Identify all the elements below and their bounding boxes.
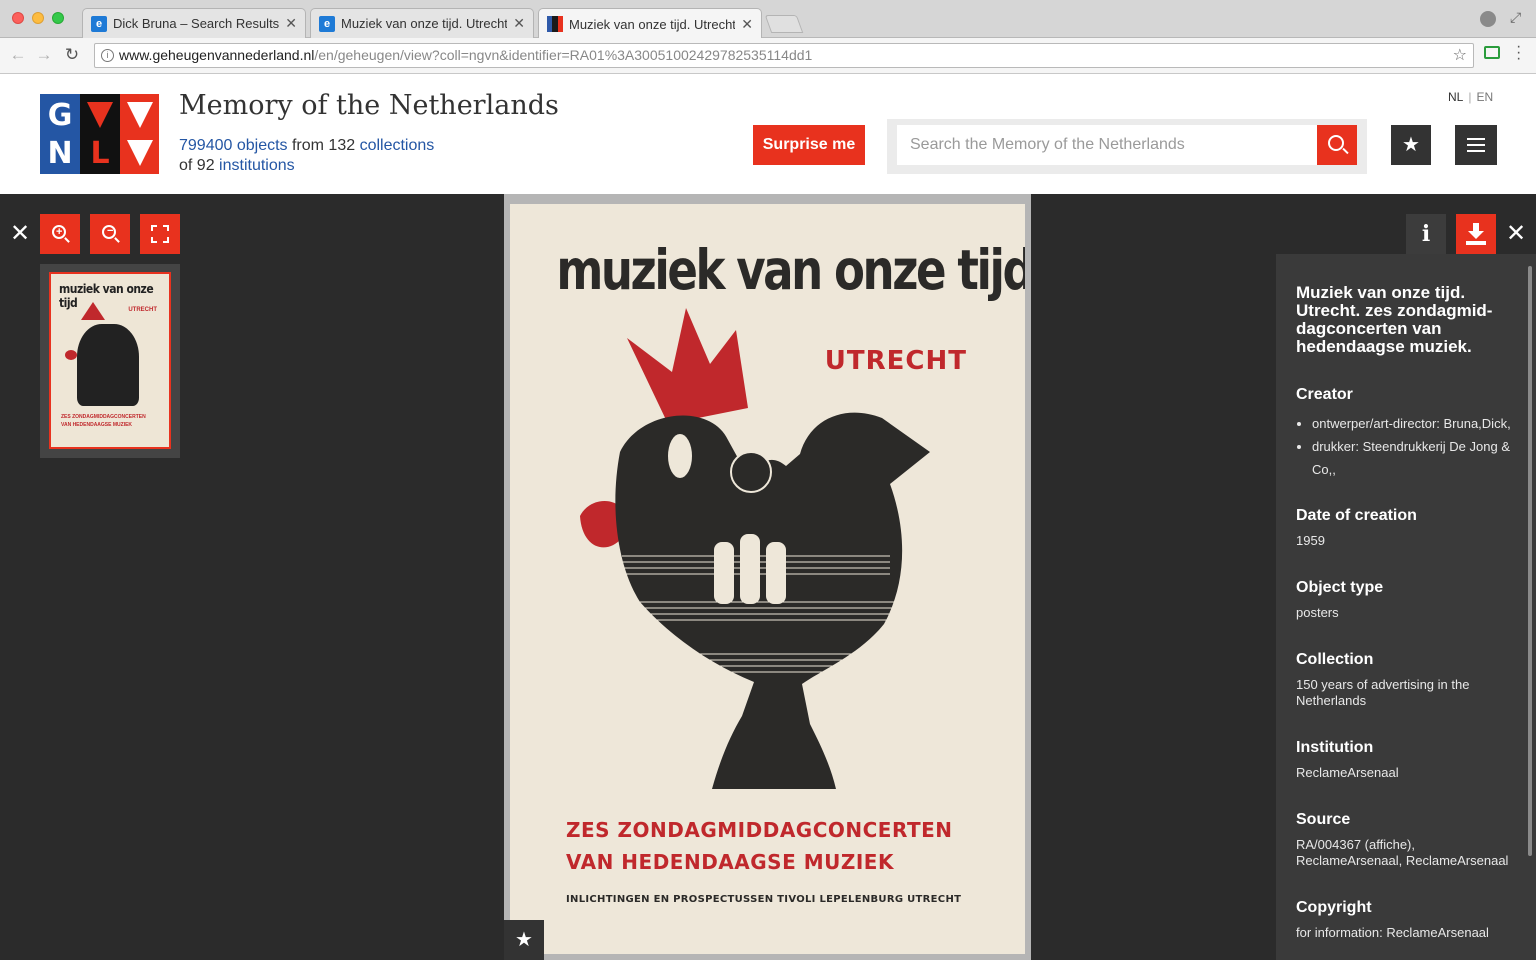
tab-close-icon[interactable]: ✕ bbox=[741, 16, 753, 33]
info-toggle-button[interactable]: i bbox=[1406, 214, 1446, 254]
poster-image: muziek van onze tijd UTRECHT ZES ZONDAGM… bbox=[510, 204, 1025, 954]
back-arrow-icon[interactable]: ← bbox=[8, 45, 28, 65]
collection-label: Collection bbox=[1296, 651, 1374, 668]
close-viewer-icon[interactable]: ✕ bbox=[10, 222, 30, 246]
surprise-me-button[interactable]: Surprise me bbox=[753, 125, 865, 165]
site-stats: 799400 objects from 132 collections of 9… bbox=[179, 136, 434, 176]
logo-letter: L bbox=[90, 136, 110, 171]
poster-image-frame[interactable]: muziek van onze tijd UTRECHT ZES ZONDAGM… bbox=[504, 194, 1031, 960]
creator-label: Creator bbox=[1296, 386, 1353, 403]
address-bar[interactable]: i www.geheugenvannederland.nl/en/geheuge… bbox=[94, 43, 1474, 68]
stats-from-text: from 132 bbox=[291, 137, 356, 154]
poster-line3: INLICHTINGEN EN PROSPECTUSSEN TIVOLI LEP… bbox=[566, 894, 962, 905]
gvnl-favicon-icon bbox=[547, 16, 563, 32]
close-info-icon[interactable]: ✕ bbox=[1506, 222, 1526, 246]
object-title: Muziek van onze tijd. Utrecht. zes zonda… bbox=[1296, 283, 1493, 356]
lang-nl-link[interactable]: NL bbox=[1448, 90, 1463, 104]
browser-tab-poster-active[interactable]: Muziek van onze tijd. Utrecht ✕ bbox=[538, 8, 762, 39]
date-value: 1959 bbox=[1296, 533, 1325, 548]
forward-arrow-icon[interactable]: → bbox=[34, 45, 54, 65]
site-title[interactable]: Memory of the Netherlands bbox=[179, 90, 559, 121]
tab-close-icon[interactable]: ✕ bbox=[513, 15, 525, 32]
url-path: /en/geheugen/view?coll=ngvn&identifier=R… bbox=[314, 47, 813, 63]
objects-link[interactable]: 799400 objects bbox=[179, 137, 288, 154]
tab-title: Muziek van onze tijd. Utrecht bbox=[569, 16, 736, 32]
metadata-scrollbar[interactable] bbox=[1528, 266, 1532, 856]
tab-title: Muziek van onze tijd. Utrecht bbox=[341, 16, 508, 31]
hamburger-icon bbox=[1467, 138, 1485, 140]
copyright-value: for information: ReclameArsenaal bbox=[1296, 925, 1489, 940]
site-header: G N L Memory of the Netherlands 799400 o… bbox=[0, 74, 1536, 194]
logo-letter: N bbox=[47, 136, 73, 171]
window-zoom-button[interactable] bbox=[52, 12, 64, 24]
search-bar bbox=[887, 119, 1367, 174]
lang-en-link[interactable]: EN bbox=[1476, 90, 1493, 104]
thumbnail-panel: muziek van onze tijd UTRECHT ZES ZONDAGM… bbox=[40, 264, 180, 458]
image-viewer: ✕ + − muziek van onze tijd UTRECHT ZES Z… bbox=[0, 194, 1536, 960]
institution-label: Institution bbox=[1296, 739, 1374, 756]
thumbnail-title: muziek van onze tijd bbox=[59, 282, 154, 310]
search-input[interactable] bbox=[897, 125, 1317, 165]
info-icon: i bbox=[1421, 221, 1431, 247]
institution-value: ReclameArsenaal bbox=[1296, 765, 1399, 780]
poster-title: muziek van onze tijd bbox=[556, 238, 1025, 302]
window-minimize-button[interactable] bbox=[32, 12, 44, 24]
creator-item: drukker: Steendrukkerij De Jong & Co,, bbox=[1312, 435, 1516, 481]
language-switcher: NL | EN bbox=[1448, 90, 1494, 104]
date-label: Date of creation bbox=[1296, 507, 1417, 524]
bookmark-star-icon[interactable]: ☆ bbox=[1453, 44, 1467, 67]
copyright-label: Copyright bbox=[1296, 899, 1372, 916]
creator-list: ontwerper/art-director: Bruna,Dick, druk… bbox=[1296, 412, 1516, 481]
tab-title: Dick Bruna – Search Results – bbox=[113, 16, 280, 31]
browser-tab-search-results[interactable]: e Dick Bruna – Search Results – ✕ bbox=[82, 8, 306, 38]
site-favicon-icon: e bbox=[91, 15, 107, 32]
browser-tab-poster-1[interactable]: e Muziek van onze tijd. Utrecht ✕ bbox=[310, 8, 534, 38]
poster-line1: ZES ZONDAGMIDDAGCONCERTEN bbox=[566, 818, 953, 842]
collections-link[interactable]: collections bbox=[360, 137, 435, 154]
institutions-link[interactable]: institutions bbox=[219, 157, 295, 174]
zoom-in-button[interactable]: + bbox=[40, 214, 80, 254]
tab-close-icon[interactable]: ✕ bbox=[285, 15, 297, 32]
thumbnail-line1: ZES ZONDAGMIDDAGCONCERTEN bbox=[61, 414, 146, 420]
fullscreen-button[interactable] bbox=[140, 214, 180, 254]
star-icon: ★ bbox=[1402, 134, 1420, 156]
favorite-poster-button[interactable]: ★ bbox=[504, 920, 544, 960]
cast-icon[interactable] bbox=[1484, 46, 1500, 59]
poster-line2: VAN HEDENDAAGSE MUZIEK bbox=[566, 850, 894, 874]
gvnl-logo[interactable]: G N L bbox=[40, 94, 159, 174]
collection-value: 150 years of advertising in the Netherla… bbox=[1296, 677, 1470, 708]
new-tab-button[interactable] bbox=[764, 15, 804, 33]
star-icon: ★ bbox=[515, 929, 533, 951]
download-button[interactable] bbox=[1456, 214, 1496, 254]
metadata-panel: Muziek van onze tijd. Utrecht. zes zonda… bbox=[1276, 254, 1536, 960]
creator-item: ontwerper/art-director: Bruna,Dick, bbox=[1312, 412, 1516, 435]
profile-icon[interactable] bbox=[1480, 11, 1496, 27]
logo-letter: G bbox=[47, 98, 73, 133]
window-fullscreen-icon[interactable]: ⤢ bbox=[1510, 9, 1521, 26]
thumbnail-city: UTRECHT bbox=[128, 307, 157, 313]
browser-toolbar: ← → ↻ i www.geheugenvannederland.nl/en/g… bbox=[0, 38, 1536, 74]
object-type-value: posters bbox=[1296, 605, 1339, 620]
browser-tabstrip: e Dick Bruna – Search Results – ✕ e Muzi… bbox=[0, 0, 1536, 39]
search-button[interactable] bbox=[1317, 125, 1357, 165]
stats-of-text: of 92 bbox=[179, 157, 215, 174]
zoom-out-button[interactable]: − bbox=[90, 214, 130, 254]
reload-icon[interactable]: ↻ bbox=[62, 45, 82, 65]
url-host: www.geheugenvannederland.nl bbox=[119, 47, 315, 63]
window-close-button[interactable] bbox=[12, 12, 24, 24]
site-favicon-icon: e bbox=[319, 15, 335, 32]
site-info-icon[interactable]: i bbox=[101, 49, 114, 62]
source-label: Source bbox=[1296, 811, 1351, 828]
poster-thumbnail[interactable]: muziek van onze tijd UTRECHT ZES ZONDAGM… bbox=[49, 272, 171, 449]
object-type-label: Object type bbox=[1296, 579, 1384, 596]
favorites-button[interactable]: ★ bbox=[1391, 125, 1431, 165]
thumbnail-line2: VAN HEDENDAAGSE MUZIEK bbox=[61, 422, 133, 428]
poster-city: UTRECHT bbox=[824, 346, 967, 376]
source-value: RA/004367 (affiche), ReclameArsenaal, Re… bbox=[1296, 837, 1509, 868]
browser-menu-icon[interactable]: · · · bbox=[1516, 39, 1521, 67]
main-menu-button[interactable] bbox=[1455, 125, 1497, 165]
